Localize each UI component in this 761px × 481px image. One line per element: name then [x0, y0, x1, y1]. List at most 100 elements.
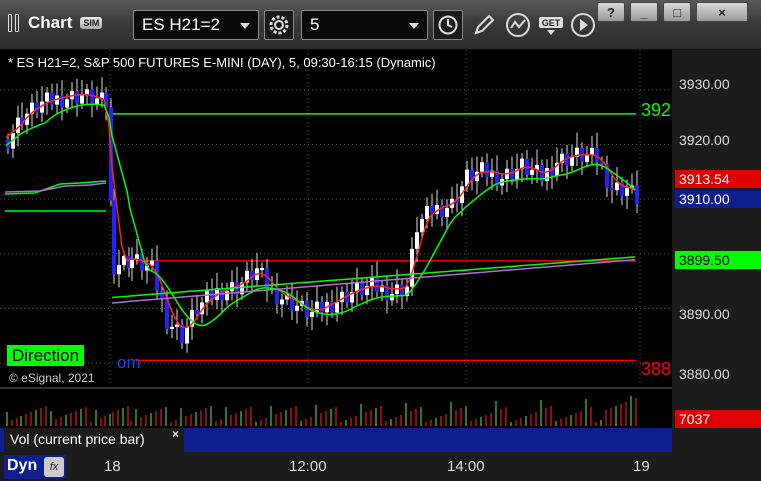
volume-bar — [230, 415, 232, 426]
candle-body — [425, 205, 429, 220]
get-icon[interactable]: GET — [536, 10, 566, 40]
volume-bar — [345, 420, 347, 426]
candle-body — [570, 156, 574, 166]
pause-icon[interactable] — [8, 14, 22, 32]
volume-bar — [520, 418, 522, 426]
volume-bar — [140, 417, 142, 426]
volume-bar — [580, 411, 582, 426]
volume-bar — [20, 416, 22, 426]
volume-bar — [610, 408, 612, 426]
candle-body — [595, 147, 599, 162]
clock-icon[interactable] — [433, 10, 463, 40]
price-tick: 3880.00 — [679, 366, 730, 382]
volume-bar — [55, 419, 57, 426]
volume-bar — [460, 408, 462, 426]
play-icon[interactable] — [568, 10, 598, 40]
price-tick: 3890.00 — [679, 306, 730, 322]
candle-body — [315, 301, 319, 313]
volume-bar — [440, 416, 442, 426]
volume-bar — [265, 418, 267, 426]
candle-body — [610, 187, 614, 191]
pencil-icon[interactable] — [469, 10, 499, 40]
symbol-combo[interactable]: ES H21=2 — [133, 10, 259, 40]
volume-bar — [175, 420, 177, 426]
volume-bar — [620, 404, 622, 426]
study-icon[interactable] — [503, 10, 533, 40]
candle-body — [390, 293, 394, 301]
close-button[interactable]: × — [696, 2, 748, 22]
volume-bar — [16, 418, 18, 426]
volume-bar — [150, 413, 152, 426]
candle-body — [635, 185, 639, 204]
volume-bar — [355, 416, 357, 426]
formula-icon[interactable]: fx — [44, 457, 64, 477]
candle-body — [75, 90, 79, 104]
volume-bar — [630, 396, 632, 426]
volume-bar — [127, 406, 129, 426]
volume-bar — [260, 420, 262, 426]
candle-body — [320, 301, 324, 313]
volume-bar — [515, 420, 517, 426]
level-edge-label-red: 388 — [641, 359, 672, 379]
volume-bar — [25, 414, 27, 426]
volume-bar — [330, 409, 332, 426]
volume-bar — [65, 415, 67, 426]
volume-bar — [90, 422, 92, 426]
chart-area[interactable]: * ES H21=2, S&P 500 FUTURES E-MINI (DAY)… — [0, 50, 761, 481]
candle-body — [80, 95, 84, 104]
volume-bar — [500, 409, 502, 426]
volume-bar — [295, 406, 297, 426]
volume-bar — [575, 413, 577, 426]
volume-bar — [135, 409, 137, 426]
candle-body — [175, 324, 179, 327]
volume-panel[interactable] — [0, 390, 672, 428]
volume-bar — [104, 416, 106, 426]
volume-bar — [545, 408, 547, 426]
time-tick: 14:00 — [447, 458, 485, 475]
interval-combo[interactable]: 5 — [301, 10, 428, 40]
candle-body — [420, 219, 424, 233]
candle-body — [310, 312, 314, 317]
close-icon[interactable]: × — [172, 427, 179, 441]
volume-bar — [510, 422, 512, 426]
volume-bar — [245, 409, 247, 426]
volume-bar — [390, 419, 392, 426]
level-badge-green: 3899.50 — [675, 251, 761, 269]
volume-bar — [445, 414, 447, 426]
help-button[interactable]: ? — [597, 2, 625, 22]
volume-bar — [480, 417, 482, 426]
volume-bar — [605, 410, 607, 426]
price-tick: 3930.00 — [679, 76, 730, 92]
slow-moving-average — [111, 258, 636, 304]
volume-bar — [370, 410, 372, 426]
volume-bar — [475, 419, 477, 426]
volume-bar — [530, 414, 532, 426]
maximize-button[interactable]: □ — [663, 2, 691, 22]
candle-body — [50, 92, 54, 105]
minimize-button[interactable]: _ — [630, 2, 658, 22]
candle-body — [130, 259, 134, 268]
candle-body — [480, 162, 484, 172]
settings-icon[interactable] — [264, 10, 294, 40]
volume-bar — [325, 411, 327, 426]
volume-bar — [235, 413, 237, 426]
candle-body — [117, 265, 121, 275]
chevron-down-icon[interactable] — [240, 23, 250, 29]
volume-bar — [100, 418, 102, 426]
candle-body — [295, 305, 299, 311]
volume-bar — [385, 421, 387, 426]
candle-body — [205, 290, 209, 303]
time-tick: 18 — [104, 458, 121, 475]
volume-bar — [320, 413, 322, 426]
volume-bar — [190, 414, 192, 426]
volume-bar — [160, 409, 162, 426]
volume-study-label[interactable]: Vol (current price bar) — [4, 428, 184, 452]
volume-bar — [490, 413, 492, 426]
volume-bar — [400, 415, 402, 426]
chevron-down-icon[interactable] — [409, 23, 419, 29]
volume-bar — [85, 407, 87, 426]
volume-bar — [40, 408, 42, 426]
volume-bar — [315, 405, 317, 426]
direction-suffix: om — [117, 353, 141, 372]
volume-bar — [585, 399, 587, 426]
